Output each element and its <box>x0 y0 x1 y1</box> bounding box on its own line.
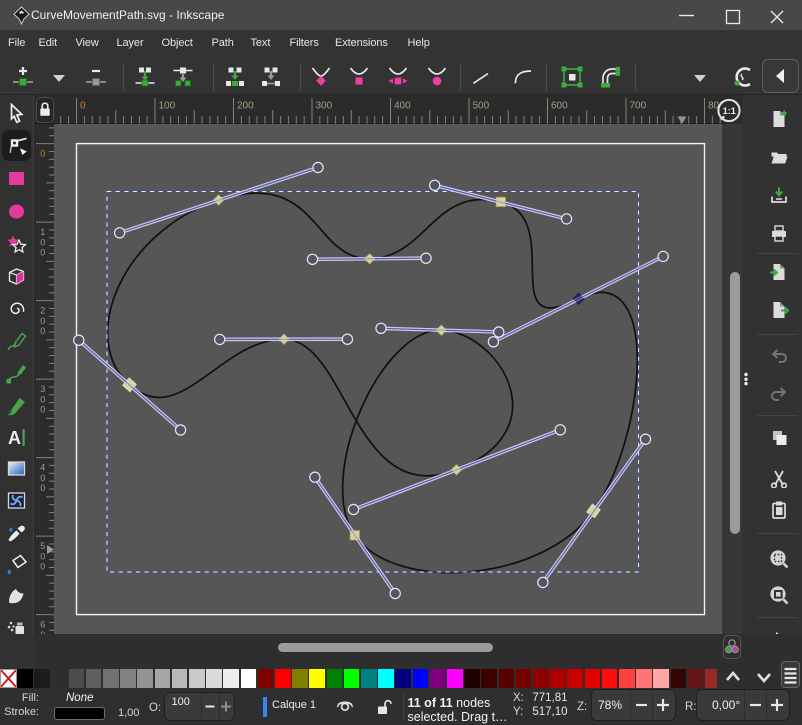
svg-text:0: 0 <box>40 248 45 258</box>
svg-text:5: 5 <box>40 541 45 551</box>
svg-text:1: 1 <box>40 227 45 237</box>
svg-text:300: 300 <box>316 101 333 112</box>
svg-text:0: 0 <box>40 473 45 483</box>
svg-text:0: 0 <box>40 237 45 247</box>
svg-text:0: 0 <box>40 405 45 415</box>
svg-text:200: 200 <box>237 101 254 112</box>
svg-text:0: 0 <box>80 101 86 112</box>
svg-text:0: 0 <box>40 551 45 561</box>
svg-text:0: 0 <box>40 483 45 493</box>
svg-text:6: 6 <box>40 620 45 630</box>
svg-text:1:1: 1:1 <box>723 106 736 116</box>
svg-text:0: 0 <box>40 394 45 404</box>
svg-text:400: 400 <box>394 101 411 112</box>
svg-text:0: 0 <box>40 316 45 326</box>
svg-text:0: 0 <box>40 326 45 336</box>
svg-text:500: 500 <box>473 101 490 112</box>
svg-text:A: A <box>8 428 21 448</box>
svg-text:600: 600 <box>551 101 568 112</box>
svg-text:100: 100 <box>159 101 176 112</box>
svg-text:4: 4 <box>40 463 45 473</box>
svg-text:2: 2 <box>40 306 45 316</box>
svg-text:0: 0 <box>40 562 45 572</box>
svg-text:700: 700 <box>630 101 647 112</box>
svg-text:3: 3 <box>40 384 45 394</box>
svg-text:0: 0 <box>40 149 45 159</box>
